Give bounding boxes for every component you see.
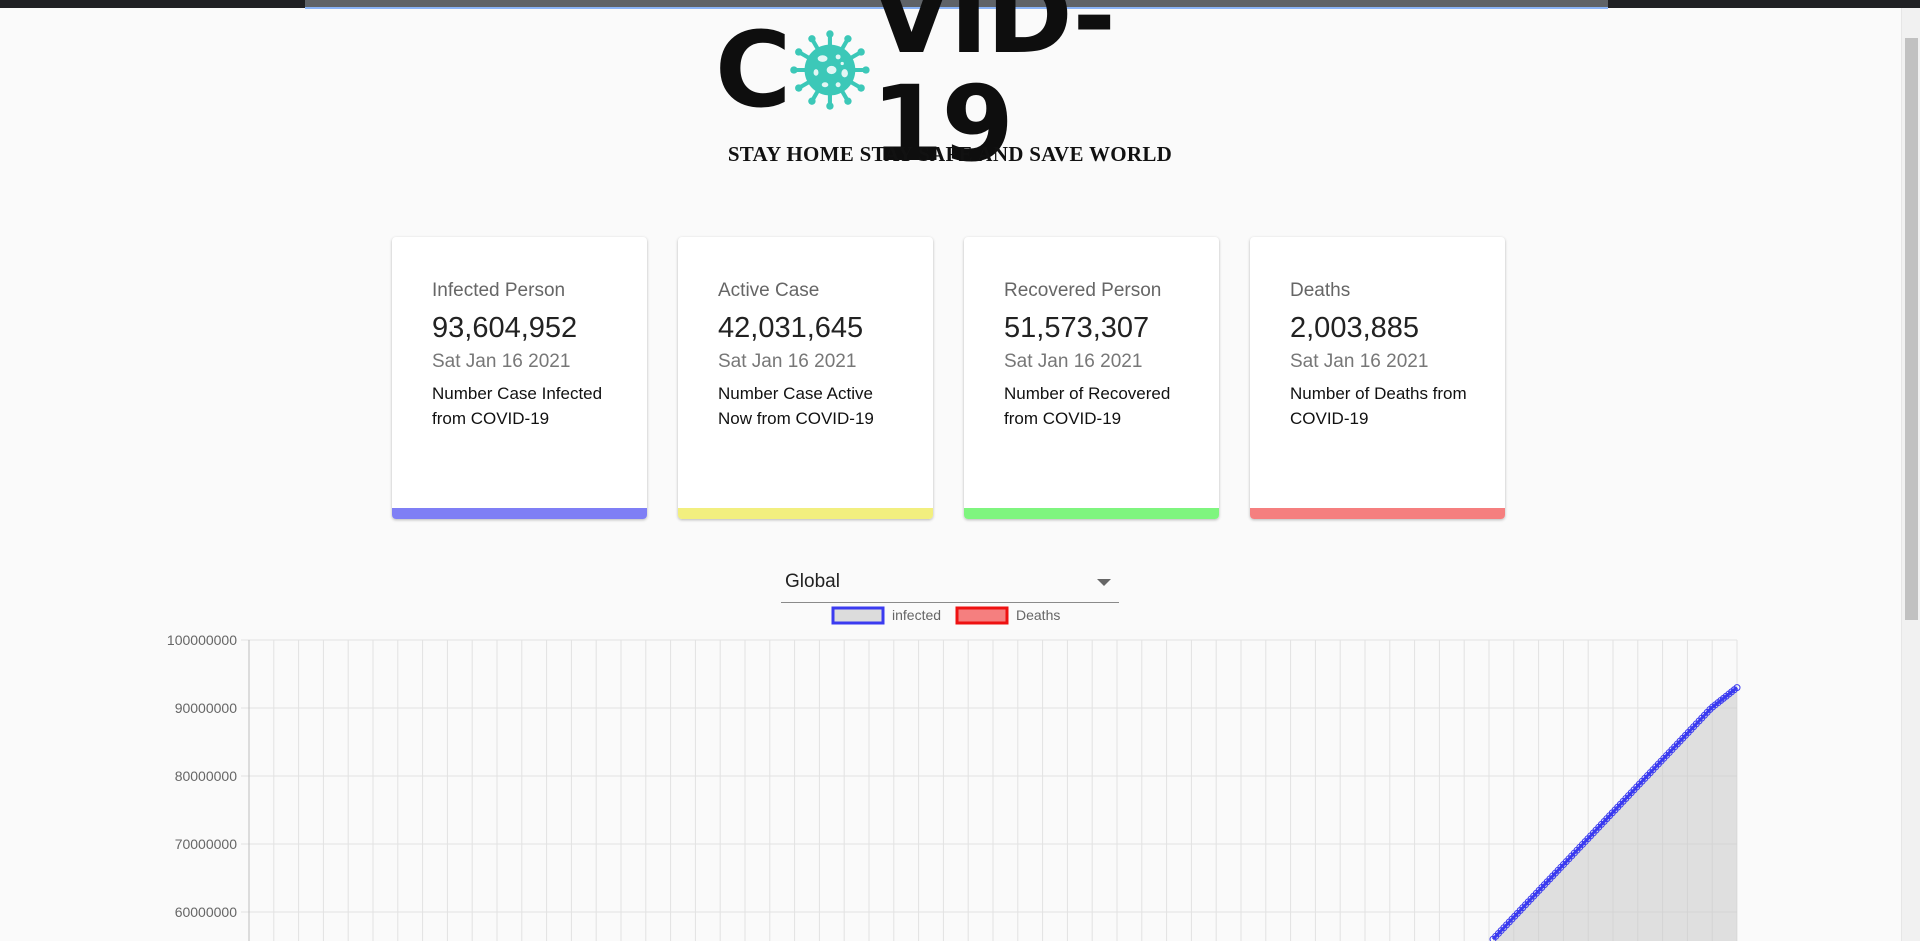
card-date: Sat Jan 16 2021 bbox=[432, 351, 571, 372]
virus-spike-tip bbox=[826, 30, 834, 38]
card-color-bar bbox=[1250, 508, 1505, 519]
legend-label-infected: infected bbox=[892, 607, 941, 623]
covid-logo: C VID-19 bbox=[715, 0, 1185, 178]
cases-line-chart: infected Deaths 100000000 90000000 80000000 7… bbox=[167, 606, 1741, 941]
card-description: Number of Deaths from COVID-19 bbox=[1290, 384, 1467, 428]
stats-cards: Infected Person 93,604,952 Sat Jan 16 20… bbox=[392, 237, 1505, 519]
legend-label-deaths: Deaths bbox=[1016, 607, 1060, 623]
virus-spike-tip bbox=[857, 84, 866, 92]
virus-spike-tip bbox=[844, 97, 852, 105]
virus-spike-tip bbox=[826, 102, 834, 110]
virus-spike-tip bbox=[795, 84, 803, 92]
card-date: Sat Jan 16 2021 bbox=[718, 351, 857, 372]
virus-spike-tip bbox=[795, 48, 803, 56]
page: C VID-19 STAY HOME STAY SAFE AND SAVE WO… bbox=[0, 0, 1920, 941]
y-tick-label: 90000000 bbox=[175, 700, 238, 716]
card-active: Active Case 42,031,645 Sat Jan 16 2021 N… bbox=[678, 237, 933, 519]
card-deaths: Deaths 2,003,885 Sat Jan 16 2021 Number … bbox=[1250, 237, 1505, 519]
y-tick-label: 70000000 bbox=[175, 836, 238, 852]
chevron-down-icon bbox=[1097, 579, 1111, 586]
scrollbar-thumb[interactable] bbox=[1905, 38, 1918, 620]
virus-spike-tip bbox=[844, 35, 852, 43]
y-tick-label: 80000000 bbox=[175, 768, 238, 784]
legend-swatch-infected bbox=[831, 606, 885, 625]
card-date: Sat Jan 16 2021 bbox=[1004, 351, 1143, 372]
card-title: Active Case bbox=[718, 280, 820, 301]
card-recovered: Recovered Person 51,573,307 Sat Jan 16 2… bbox=[964, 237, 1219, 519]
virus-spike-tip bbox=[857, 48, 866, 56]
virus-spike-tip bbox=[790, 66, 798, 74]
country-select[interactable]: Global bbox=[781, 566, 1119, 603]
card-title: Infected Person bbox=[432, 280, 566, 301]
virus-icon bbox=[790, 30, 870, 110]
card-color-bar bbox=[392, 508, 647, 519]
card-infected: Infected Person 93,604,952 Sat Jan 16 20… bbox=[392, 237, 647, 519]
logo-text-left: C bbox=[715, 9, 791, 131]
legend-swatch-deaths bbox=[955, 606, 1009, 625]
card-title: Recovered Person bbox=[1004, 280, 1162, 301]
card-color-bar bbox=[964, 508, 1219, 519]
virus-spike-tip bbox=[808, 97, 816, 105]
card-color-bar bbox=[678, 508, 933, 519]
card-description: Number of Recovered from COVID-19 bbox=[1004, 384, 1171, 428]
card-value: 2,003,885 bbox=[1290, 312, 1420, 344]
country-select-value: Global bbox=[785, 571, 840, 592]
card-date: Sat Jan 16 2021 bbox=[1290, 351, 1429, 372]
card-title: Deaths bbox=[1290, 280, 1351, 301]
card-description: Number Case Active Now from COVID-19 bbox=[718, 384, 874, 428]
vertical-scrollbar[interactable] bbox=[1901, 8, 1920, 941]
virus-spike-tip bbox=[808, 35, 816, 43]
card-value: 51,573,307 bbox=[1004, 312, 1150, 344]
y-tick-label: 100000000 bbox=[167, 632, 237, 648]
slogan-heading: STAY HOME STAY SAFE AND SAVE WORLD bbox=[727, 142, 1173, 166]
y-tick-label: 60000000 bbox=[175, 904, 238, 920]
card-description: Number Case Infected from COVID-19 bbox=[432, 384, 603, 428]
card-value: 93,604,952 bbox=[432, 312, 578, 344]
card-value: 42,031,645 bbox=[718, 312, 864, 344]
virus-spike-tip bbox=[862, 66, 870, 74]
